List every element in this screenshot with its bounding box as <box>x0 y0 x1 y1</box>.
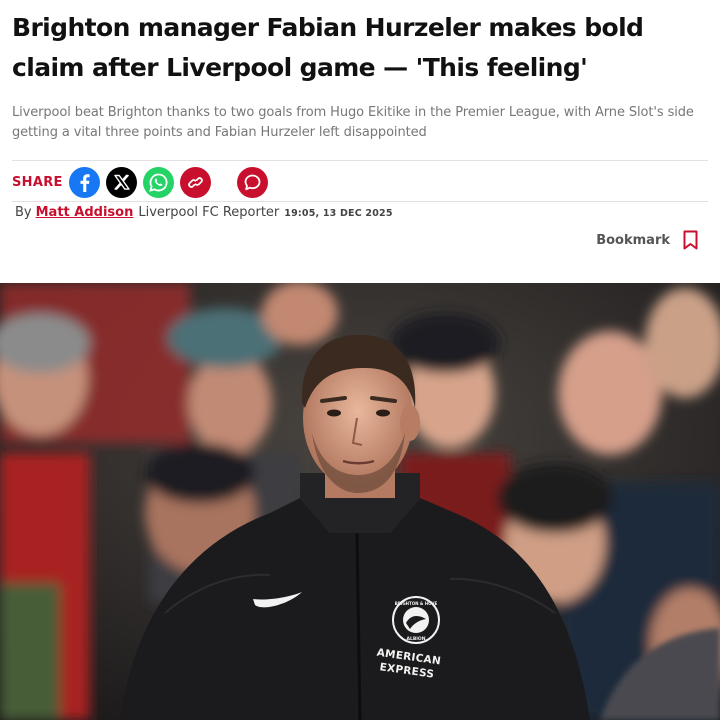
facebook-share-button[interactable] <box>68 166 100 198</box>
badge-text-top: BRIGHTON & HOVE <box>395 601 438 606</box>
byline: By Matt Addison Liverpool FC Reporter 19… <box>15 205 393 223</box>
divider <box>12 160 708 161</box>
x-icon <box>114 174 130 190</box>
comments-button[interactable] <box>236 166 268 198</box>
author-role: Liverpool FC Reporter <box>138 205 280 220</box>
article-headline: Brighton manager Fabian Hurzeler makes b… <box>12 13 644 82</box>
article-standfirst: Liverpool beat Brighton thanks to two go… <box>12 105 694 140</box>
publish-date: 19:05, 13 DEC 2025 <box>284 208 393 219</box>
hero-image: BRIGHTON & HOVE ALBION AMERICAN EXPRESS <box>0 283 720 720</box>
bookmark-label: Bookmark <box>596 232 670 248</box>
x-share-button[interactable] <box>105 166 137 198</box>
bookmark-button[interactable]: Bookmark <box>596 230 698 250</box>
copy-link-button[interactable] <box>179 166 211 198</box>
divider <box>12 201 708 202</box>
author-link[interactable]: Matt Addison <box>36 205 134 220</box>
comment-icon <box>244 174 261 190</box>
whatsapp-icon <box>148 173 168 192</box>
facebook-icon <box>80 173 90 192</box>
link-icon <box>187 176 203 188</box>
byline-prefix: By <box>15 205 32 220</box>
whatsapp-share-button[interactable] <box>142 166 174 198</box>
share-bar: SHARE <box>12 165 274 199</box>
bookmark-icon <box>683 230 698 250</box>
badge-text-bottom: ALBION <box>406 636 425 642</box>
hero-photo: BRIGHTON & HOVE ALBION AMERICAN EXPRESS <box>0 283 720 720</box>
share-label: SHARE <box>12 174 63 190</box>
